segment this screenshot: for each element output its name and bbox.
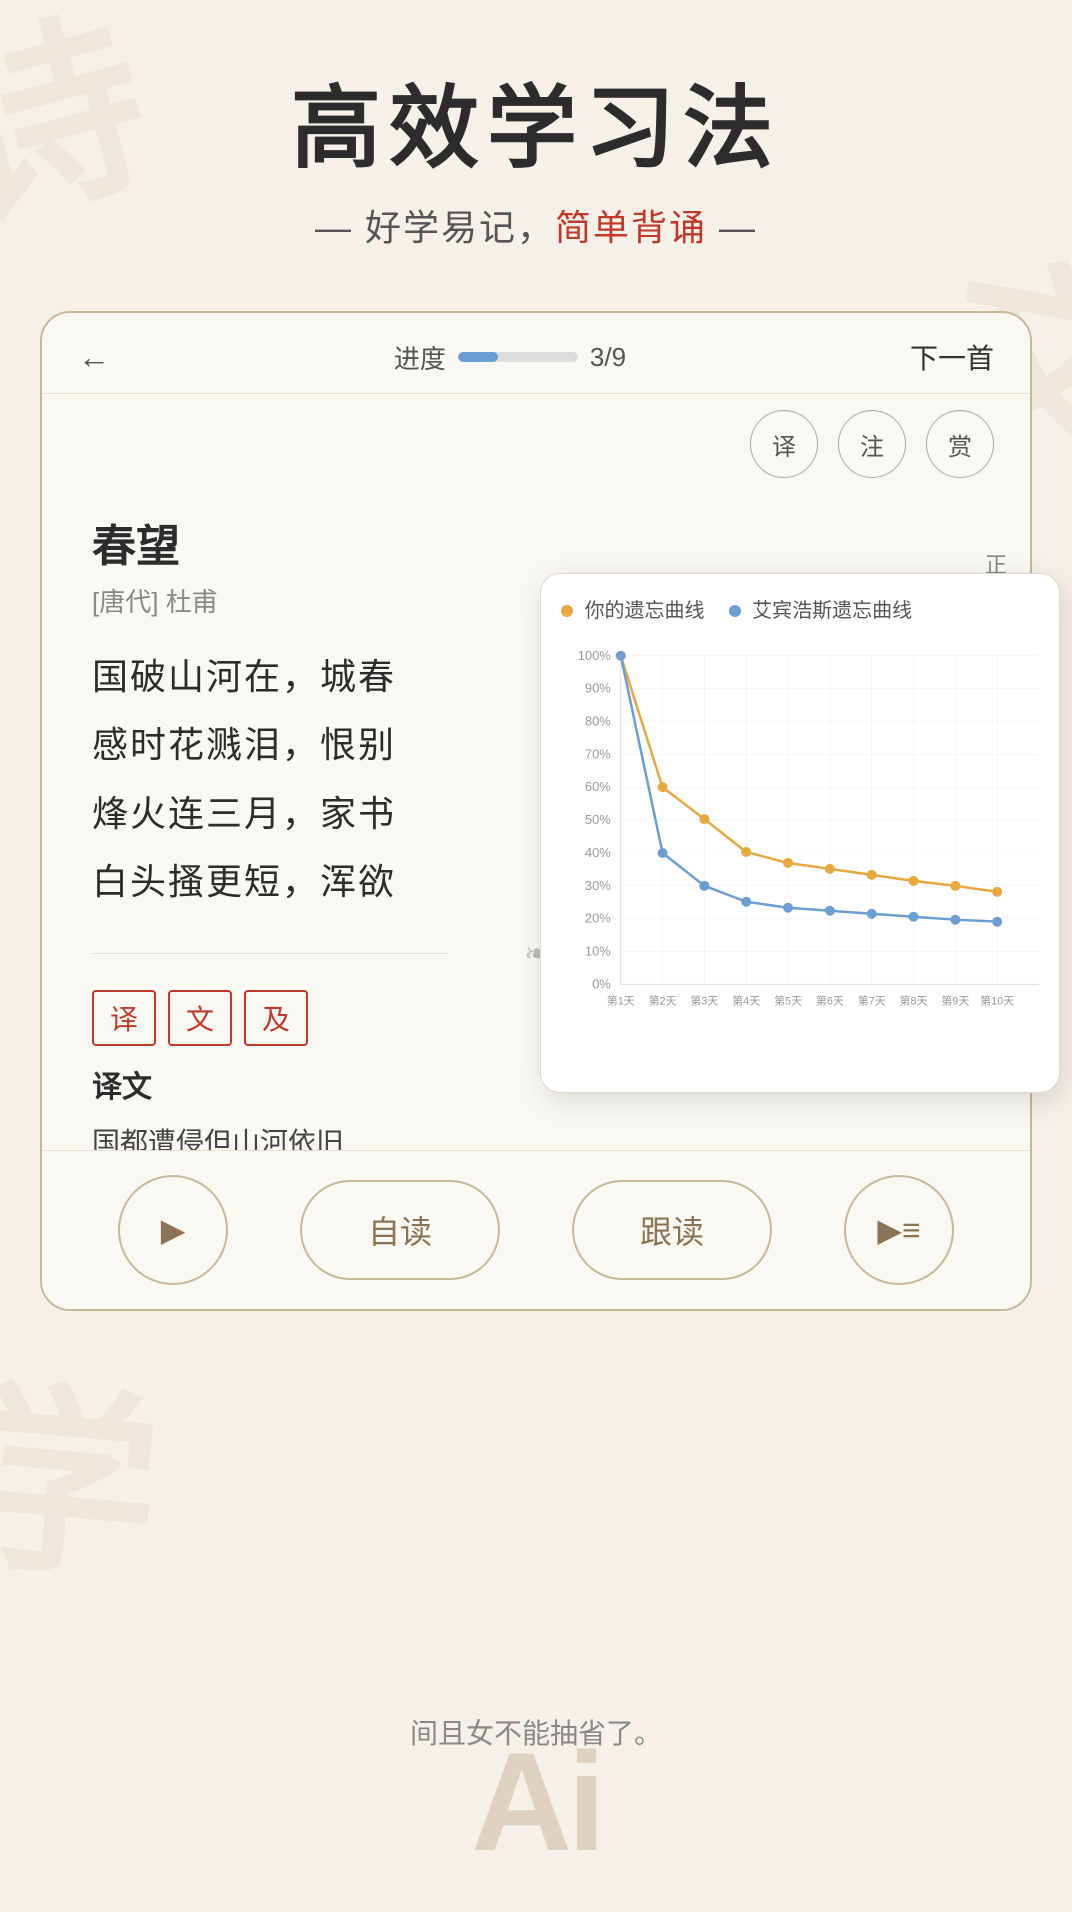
translate-button[interactable]: 译 [750,410,818,478]
subtitle-highlight: 简单背诵 [555,207,707,248]
legend-your: 你的遗忘曲线 [561,594,705,623]
follow-read-label: 跟读 [640,1207,704,1253]
follow-read-button[interactable]: 跟读 [572,1180,772,1280]
svg-text:50%: 50% [585,812,611,827]
svg-text:30%: 30% [585,878,611,893]
svg-text:第9天: 第9天 [941,993,969,1007]
subtitle: — 好学易记，简单背诵 — [60,199,1012,251]
svg-text:90%: 90% [585,681,611,696]
play-icon: ▶ [161,1211,186,1249]
phone-card: ← 进度 3/9 下一首 译 注 赏 春望 [唐代] 杜甫 国破山河在，城春 感… [40,311,1032,1311]
curve-card: 你的遗忘曲线 艾宾浩斯遗忘曲线 100% 90% 80% [540,573,1060,1093]
subtitle-prefix: — 好学易记， [315,207,555,248]
svg-text:第10天: 第10天 [980,993,1014,1007]
ebbinghaus-dot [729,605,741,617]
play-button[interactable]: ▶ [118,1175,228,1285]
list-play-button[interactable]: ▶≡ [844,1175,954,1285]
svg-text:60%: 60% [585,779,611,794]
card-nav: ← 进度 3/9 下一首 [42,313,1030,394]
svg-text:第2天: 第2天 [649,993,677,1007]
header-section: 高效学习法 — 好学易记，简单背诵 — [0,0,1072,291]
svg-text:第5天: 第5天 [774,993,802,1007]
svg-text:40%: 40% [585,845,611,860]
tool-buttons: 译 注 赏 [42,394,1030,494]
bg-char-3: 学 [0,1314,172,1620]
svg-text:20%: 20% [585,911,611,926]
your-curve-dot [561,605,573,617]
your-curve-label: 你的遗忘曲线 [585,600,705,622]
legend-ebbinghaus: 艾宾浩斯遗忘曲线 [729,594,913,623]
progress-fill [458,352,498,362]
svg-text:第1天: 第1天 [607,993,635,1007]
svg-text:80%: 80% [585,714,611,729]
tag-text[interactable]: 文 [168,990,232,1046]
curve-legend: 你的遗忘曲线 艾宾浩斯遗忘曲线 [561,594,1039,623]
action-bar: ▶ 自读 跟读 ▶≡ [42,1150,1030,1309]
curve-svg: 100% 90% 80% 70% 60% 50% 40% 30% 20% 10%… [561,635,1039,1055]
svg-text:70%: 70% [585,746,611,761]
tag-translate[interactable]: 译 [92,990,156,1046]
poem-author-name: 杜甫 [166,587,218,617]
back-button[interactable]: ← [78,339,110,376]
appreciate-button[interactable]: 赏 [926,410,994,478]
self-read-button[interactable]: 自读 [300,1180,500,1280]
next-button[interactable]: 下一首 [910,337,994,377]
ai-badge: Ai [471,1732,601,1872]
progress-text: 3/9 [590,342,626,373]
progress-label: 进度 [394,339,446,376]
svg-text:0%: 0% [592,976,611,991]
svg-text:第4天: 第4天 [732,993,760,1007]
main-title: 高效学习法 [60,80,1012,179]
poem-dynasty: [唐代] [92,587,158,617]
svg-text:第6天: 第6天 [816,993,844,1007]
svg-text:第3天: 第3天 [690,993,718,1007]
self-read-label: 自读 [368,1207,432,1253]
subtitle-suffix: — [707,207,757,248]
progress-section: 进度 3/9 [394,339,626,376]
svg-text:第7天: 第7天 [858,993,886,1007]
ai-label: Ai [471,1732,601,1872]
annotate-button[interactable]: 注 [838,410,906,478]
svg-text:第8天: 第8天 [900,993,928,1007]
tag-and[interactable]: 及 [244,990,308,1046]
svg-text:100%: 100% [578,648,612,663]
ebbinghaus-label: 艾宾浩斯遗忘曲线 [752,600,912,622]
svg-text:10%: 10% [585,944,611,959]
poem-title: 春望 [92,510,980,574]
list-play-icon: ▶≡ [877,1211,920,1249]
progress-bar [458,352,578,362]
